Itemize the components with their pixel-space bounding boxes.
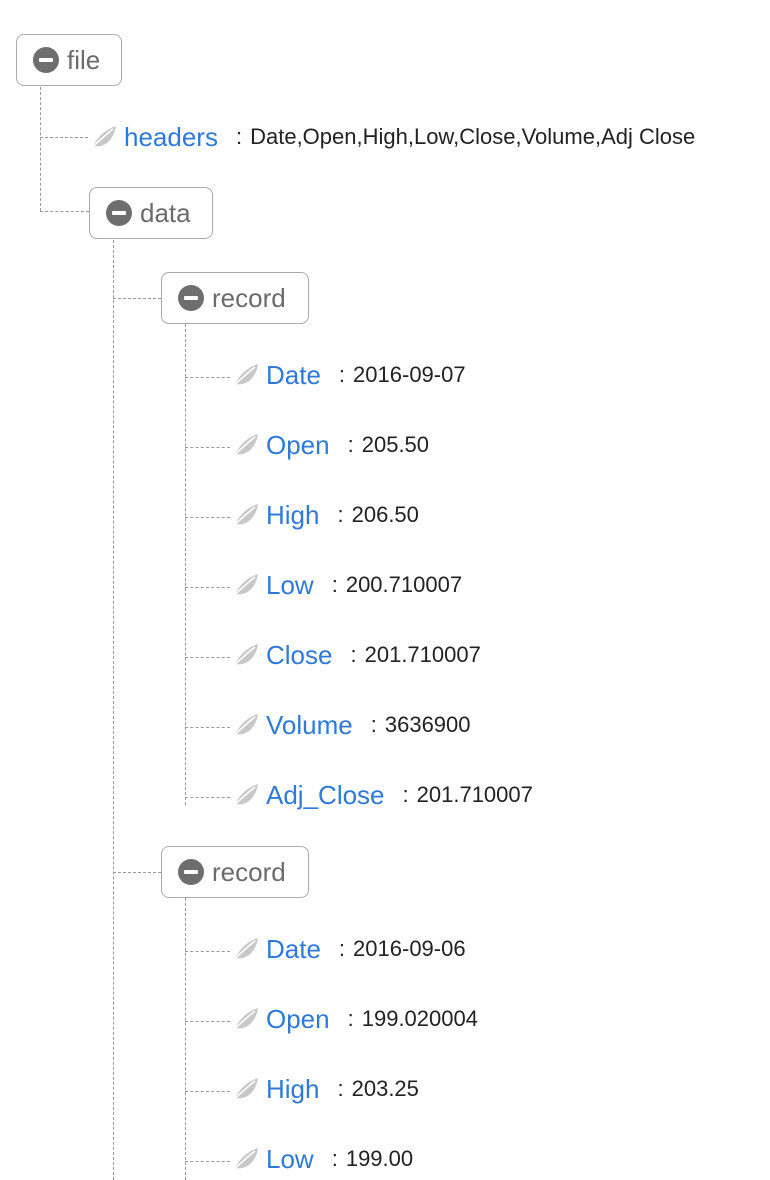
- record-field: Low:200.710007: [230, 567, 462, 603]
- leaf-icon: [230, 502, 260, 528]
- record-node-label: record: [212, 282, 286, 313]
- record-field: Date:2016-09-07: [230, 357, 466, 393]
- field-value: 205.50: [361, 432, 430, 457]
- field-separator: :: [338, 362, 346, 387]
- field-connector: [185, 1021, 230, 1022]
- record-field: Date:2016-09-06: [230, 931, 466, 967]
- field-key[interactable]: Open: [266, 1004, 330, 1035]
- field-connector: [185, 1161, 230, 1162]
- field-separator: :: [347, 1006, 354, 1031]
- leaf-icon: [230, 432, 260, 458]
- record-children-connector: [185, 324, 186, 805]
- record-node[interactable]: record: [161, 272, 309, 324]
- leaf-icon: [230, 1146, 260, 1172]
- leaf-icon: [230, 936, 260, 962]
- field-connector: [185, 377, 230, 378]
- field-connector: [185, 657, 230, 658]
- leaf-icon: [230, 1076, 260, 1102]
- field-value: 206.50: [351, 502, 419, 527]
- field-value: Date,Open,High,Low,Close,Volume,Adj Clos…: [250, 124, 696, 149]
- collapse-icon[interactable]: [178, 285, 204, 311]
- field-key[interactable]: Date: [266, 934, 321, 965]
- field-key[interactable]: Date: [266, 360, 321, 391]
- field-key[interactable]: High: [266, 500, 319, 531]
- field-value: 199.00: [345, 1146, 414, 1171]
- collapse-icon[interactable]: [178, 859, 204, 885]
- record-field: High:206.50: [230, 497, 419, 533]
- field-separator: :: [331, 572, 338, 597]
- field-value: 201.710007: [364, 642, 481, 667]
- file-node[interactable]: file: [16, 34, 122, 86]
- record-node-label: record: [212, 856, 286, 887]
- data-node[interactable]: data: [89, 187, 213, 239]
- file-node-label: file: [67, 44, 101, 75]
- headers-field: headers: Date,Open,High,Low,Close,Volume,…: [88, 119, 695, 155]
- leaf-icon: [230, 712, 260, 738]
- record-field: High:203.25: [230, 1071, 419, 1107]
- field-key[interactable]: Low: [266, 1144, 314, 1175]
- record-field: Close:201.710007: [230, 637, 481, 673]
- field-connector: [185, 447, 230, 448]
- field-value: 199.020004: [361, 1006, 478, 1031]
- record-connector: [113, 872, 161, 873]
- data-node-label: data: [140, 197, 191, 228]
- field-key[interactable]: Volume: [266, 710, 353, 741]
- record-node[interactable]: record: [161, 846, 309, 898]
- leaf-icon: [230, 572, 260, 598]
- field-connector: [185, 517, 230, 518]
- leaf-icon: [230, 362, 260, 388]
- field-value: 3636900: [384, 712, 471, 737]
- field-connector: [185, 727, 230, 728]
- field-connector: [185, 951, 230, 952]
- field-connector: [185, 587, 230, 588]
- field-value: 203.25: [351, 1076, 419, 1101]
- field-separator: :: [337, 502, 344, 527]
- record-field: Open:199.020004: [230, 1001, 478, 1037]
- field-value: 2016-09-06: [353, 936, 466, 961]
- field-separator: :: [235, 124, 243, 149]
- field-separator: :: [337, 1076, 344, 1101]
- headers-connector: [40, 137, 88, 138]
- field-connector: [185, 797, 230, 798]
- field-separator: :: [338, 936, 346, 961]
- field-separator: :: [370, 712, 377, 737]
- field-value: 201.710007: [416, 782, 533, 807]
- field-separator: :: [347, 432, 354, 457]
- leaf-icon: [230, 642, 260, 668]
- field-value: 200.710007: [345, 572, 463, 597]
- field-key[interactable]: Adj_Close: [266, 780, 385, 811]
- file-children-connector: [40, 87, 41, 211]
- field-separator: :: [331, 1146, 338, 1171]
- collapse-icon[interactable]: [106, 200, 132, 226]
- record-field: Volume:3636900: [230, 707, 471, 743]
- field-key[interactable]: headers: [124, 122, 218, 153]
- leaf-icon: [88, 124, 118, 150]
- field-separator: :: [402, 782, 409, 807]
- field-key[interactable]: Open: [266, 430, 330, 461]
- leaf-icon: [230, 1006, 260, 1032]
- field-key[interactable]: High: [266, 1074, 319, 1105]
- record-field: Adj_Close:201.710007: [230, 777, 533, 813]
- record-children-connector: [185, 898, 186, 1180]
- record-connector: [113, 298, 161, 299]
- field-separator: :: [350, 642, 357, 667]
- record-field: Low:199.00: [230, 1141, 413, 1177]
- record-field: Open:205.50: [230, 427, 429, 463]
- field-connector: [185, 1091, 230, 1092]
- data-children-connector: [113, 240, 114, 1180]
- field-value: 2016-09-07: [353, 362, 466, 387]
- leaf-icon: [230, 782, 260, 808]
- field-key[interactable]: Low: [266, 570, 314, 601]
- collapse-icon[interactable]: [33, 47, 59, 73]
- data-connector: [40, 211, 89, 212]
- field-key[interactable]: Close: [266, 640, 332, 671]
- json-tree-view: file headers: Date,Open,High,Low,Close,Vol…: [0, 0, 770, 1180]
